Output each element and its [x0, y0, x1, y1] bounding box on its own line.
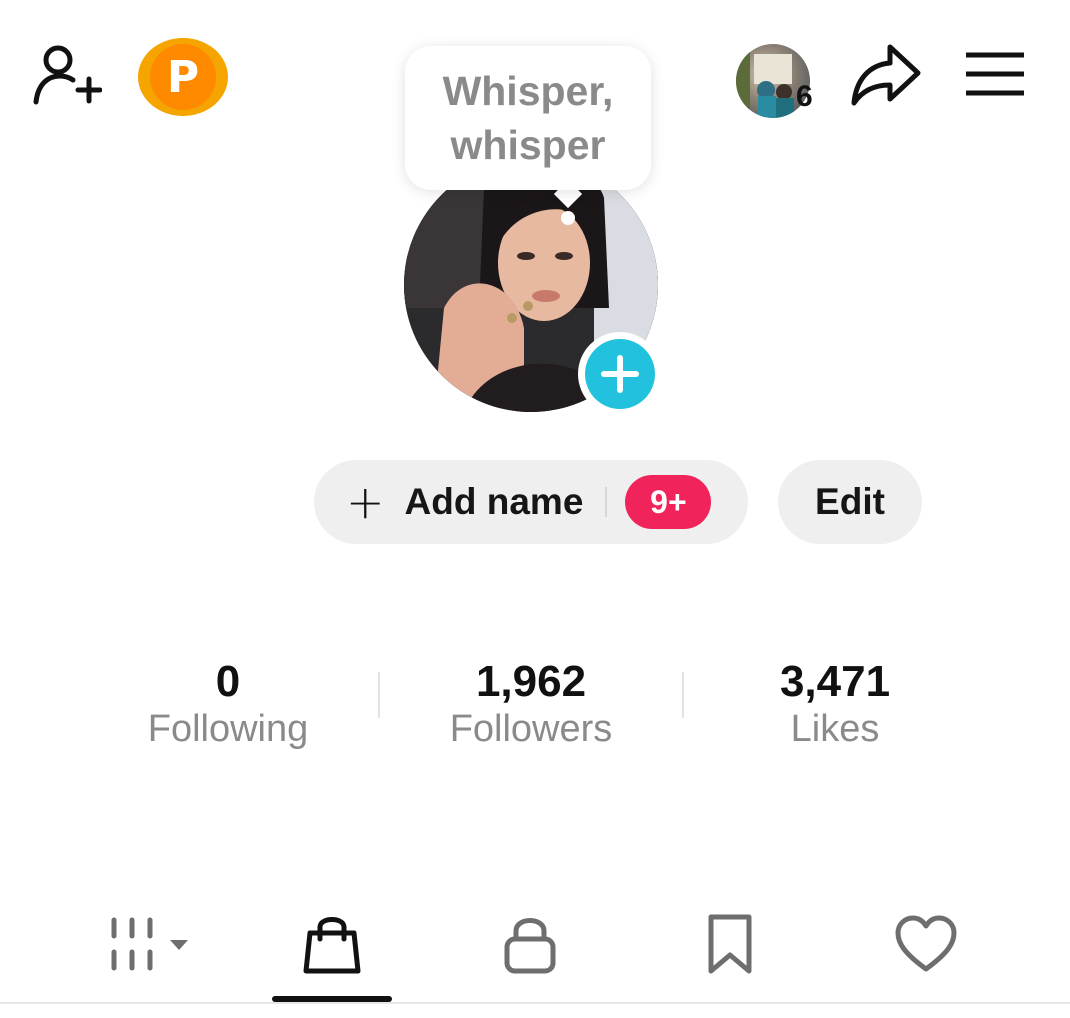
tab-shop[interactable]	[282, 908, 382, 980]
tooltip-text: Whisper, whisper	[442, 68, 614, 168]
hamburger-menu-icon	[966, 52, 1024, 96]
likes-count: 3,471	[779, 657, 891, 706]
shopping-bag-icon	[303, 917, 361, 974]
plus-icon	[601, 355, 639, 393]
active-tab-indicator	[272, 996, 392, 1002]
add-name-plus-icon: +	[346, 475, 385, 529]
tooltip-dot	[561, 211, 575, 225]
menu-button[interactable]	[962, 46, 1028, 102]
bottom-divider	[0, 1002, 1070, 1004]
stat-divider	[682, 672, 684, 718]
stat-following[interactable]: 0 Following	[78, 654, 378, 751]
heart-icon	[895, 915, 957, 972]
following-label: Following	[147, 708, 309, 750]
points-badge[interactable]: P	[138, 38, 228, 116]
share-button[interactable]	[850, 38, 922, 110]
edit-profile-button[interactable]: Edit	[778, 460, 922, 544]
share-arrow-icon	[851, 44, 921, 106]
lock-icon	[504, 918, 556, 974]
likes-label: Likes	[790, 708, 880, 750]
stat-divider	[378, 672, 380, 718]
tab-private[interactable]	[480, 908, 580, 980]
tab-liked[interactable]	[876, 908, 976, 980]
person-add-icon	[33, 45, 102, 105]
add-name-label: Add name	[404, 481, 584, 522]
tab-videos[interactable]	[96, 908, 196, 980]
grid-videos-icon	[111, 917, 188, 971]
add-photo-button[interactable]	[578, 332, 662, 416]
stat-followers[interactable]: 1,962 Followers	[381, 654, 681, 751]
notification-badge: 9+	[625, 475, 712, 529]
followers-label: Followers	[449, 708, 613, 750]
points-letter: P	[150, 44, 216, 110]
bookmark-icon	[708, 914, 752, 974]
whisper-tooltip[interactable]: Whisper, whisper	[405, 46, 651, 190]
add-name-button[interactable]: + Add name 9+	[314, 460, 748, 544]
story-count: 6	[796, 80, 813, 113]
add-name-divider	[605, 487, 608, 517]
stat-likes[interactable]: 3,471 Likes	[685, 654, 985, 751]
add-friend-button[interactable]	[28, 38, 104, 110]
followers-count: 1,962	[475, 657, 587, 706]
tab-saved[interactable]	[680, 908, 780, 980]
following-count: 0	[215, 657, 241, 706]
